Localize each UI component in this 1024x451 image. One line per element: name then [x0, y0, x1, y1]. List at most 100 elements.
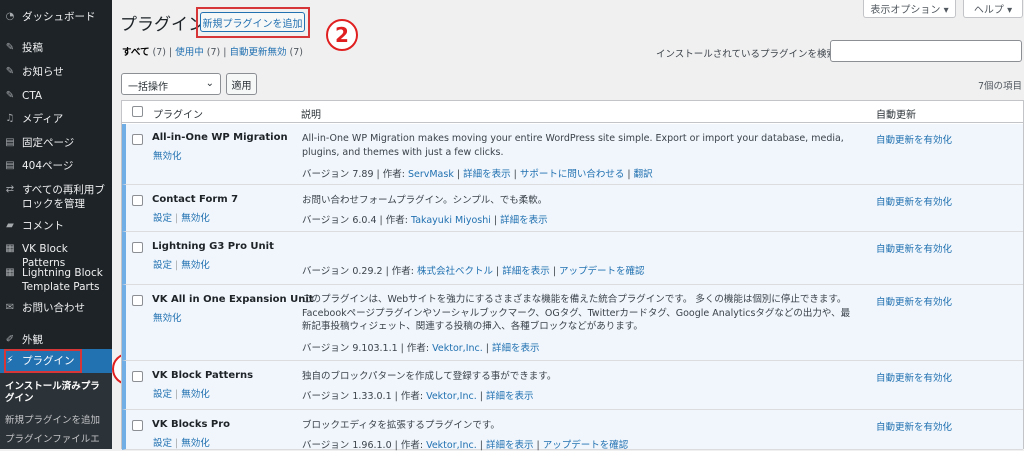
mail-icon: ✉ [5, 302, 15, 313]
page-icon: ▤ [5, 137, 15, 148]
plugin-search-input[interactable] [830, 40, 1022, 62]
details-link[interactable]: 詳細を表示 [502, 266, 550, 277]
plugin-name: VK Block Patterns [152, 370, 254, 381]
bulk-action-select[interactable]: 一括操作 ⌄ [121, 73, 221, 95]
column-description: 説明 [301, 110, 321, 121]
pin-icon: ✎ [5, 42, 15, 53]
plugin-description: ブロックエディタを拡張するプラグインです。 [302, 420, 500, 431]
sidebar-item-media[interactable]: ♫ メディア [0, 112, 112, 126]
row-checkbox[interactable] [132, 295, 143, 306]
sidebar-item-appearance[interactable]: ✐ 外観 [0, 333, 112, 347]
deactivate-link[interactable]: 無効化 [181, 213, 210, 224]
screen-options-button[interactable]: 表示オプション ▾ [863, 0, 956, 18]
row-checkbox[interactable] [132, 195, 143, 206]
author-link[interactable]: Vektor,Inc. [432, 343, 483, 354]
sidebar-item-404[interactable]: ▤ 404ページ [0, 159, 112, 173]
filter-all[interactable]: すべて [122, 47, 149, 58]
enable-auto-update-link[interactable]: 自動更新を有効化 [876, 241, 952, 255]
table-row: VK All in One Expansion Unit 無効化 このプラグイン… [122, 285, 1023, 361]
enable-auto-update-link[interactable]: 自動更新を有効化 [876, 419, 952, 433]
details-link[interactable]: 詳細を表示 [486, 391, 534, 402]
translate-link[interactable]: 翻訳 [634, 169, 653, 180]
enable-auto-update-link[interactable]: 自動更新を有効化 [876, 132, 952, 146]
plugin-meta: バージョン 9.103.1.1 | 作者: Vektor,Inc. | 詳細を表… [302, 343, 540, 354]
plugin-actions: 無効化 [153, 148, 182, 162]
pin-icon: ✎ [5, 66, 15, 77]
help-button[interactable]: ヘルプ ▾ [963, 0, 1023, 18]
details-link[interactable]: 詳細を表示 [492, 343, 540, 354]
settings-link[interactable]: 設定 [153, 213, 172, 224]
plugin-name: Contact Form 7 [152, 194, 239, 205]
sidebar-item-cta[interactable]: ✎ CTA [0, 89, 112, 103]
sidebar-item-template-parts[interactable]: ▦ Lightning Block Template Parts [0, 266, 112, 294]
sidebar-item-reusable[interactable]: ⇄ すべての再利用ブロックを管理 [0, 183, 112, 211]
plugin-name: VK Blocks Pro [152, 419, 231, 430]
row-checkbox[interactable] [132, 242, 143, 253]
reusable-icon: ⇄ [5, 184, 15, 195]
sidebar-item-pages[interactable]: ▤ 固定ページ [0, 136, 112, 150]
enable-auto-update-link[interactable]: 自動更新を有効化 [876, 370, 952, 384]
sidebar-item-comments[interactable]: ▰ コメント [0, 219, 112, 233]
plugin-status-filters: すべて (7) | 使用中 (7) | 自動更新無効 (7) [122, 47, 303, 58]
plugin-actions: 無効化 [153, 310, 182, 324]
annotation-badge-2: 2 [326, 19, 358, 51]
deactivate-link[interactable]: 無効化 [153, 313, 182, 324]
sidebar-item-news[interactable]: ✎ お知らせ [0, 65, 112, 79]
media-icon: ♫ [5, 113, 15, 124]
select-all-checkbox[interactable] [132, 106, 143, 117]
settings-link[interactable]: 設定 [153, 260, 172, 271]
sidebar-item-contact[interactable]: ✉ お問い合わせ [0, 301, 112, 315]
support-link[interactable]: サポートに問い合わせる [520, 169, 625, 180]
deactivate-link[interactable]: 無効化 [181, 438, 210, 449]
settings-link[interactable]: 設定 [153, 438, 172, 449]
apply-button[interactable]: 適用 [226, 73, 257, 95]
sidebar-item-posts[interactable]: ✎ 投稿 [0, 41, 112, 55]
page-icon: ▤ [5, 160, 15, 171]
plugin-meta: バージョン 7.89 | 作者: ServMask | 詳細を表示 | サポート… [302, 169, 653, 180]
author-link[interactable]: 株式会社ベクトル [417, 266, 493, 277]
check-update-link[interactable]: アップデートを確認 [543, 440, 629, 451]
plugin-name: All-in-One WP Migration [152, 132, 288, 143]
plugin-name: VK All in One Expansion Unit [152, 294, 314, 305]
row-checkbox[interactable] [132, 371, 143, 382]
filter-auto-update-disabled[interactable]: 自動更新無効 [229, 47, 286, 58]
main-content: プラグイン 新規プラグインを追加 2 表示オプション ▾ ヘルプ ▾ すべて (… [112, 0, 1024, 451]
plugin-actions: 設定 | 無効化 [153, 438, 210, 449]
submenu-installed-plugins[interactable]: インストール済みプラグイン [5, 381, 109, 405]
brush-icon: ✐ [5, 334, 15, 345]
table-header: プラグイン 説明 自動更新 [122, 101, 1023, 123]
deactivate-link[interactable]: 無効化 [181, 260, 210, 271]
submenu-add-new[interactable]: 新規プラグインを追加 [5, 415, 100, 427]
sidebar-item-dashboard[interactable]: ◔ ダッシュボード [0, 10, 112, 24]
plugin-meta: バージョン 6.0.4 | 作者: Takayuki Miyoshi | 詳細を… [302, 215, 548, 226]
submenu-plugin-editor[interactable]: プラグインファイルエ [5, 434, 100, 446]
check-update-link[interactable]: アップデートを確認 [559, 266, 645, 277]
details-link[interactable]: 詳細を表示 [500, 215, 548, 226]
deactivate-link[interactable]: 無効化 [181, 389, 210, 400]
author-link[interactable]: Takayuki Miyoshi [411, 215, 491, 226]
comment-icon: ▰ [6, 220, 14, 231]
row-checkbox[interactable] [132, 420, 143, 431]
row-checkbox[interactable] [132, 134, 143, 145]
plugin-actions: 設定 | 無効化 [153, 260, 210, 271]
details-link[interactable]: 詳細を表示 [463, 169, 511, 180]
enable-auto-update-link[interactable]: 自動更新を有効化 [876, 194, 952, 208]
author-link[interactable]: Vektor,Inc. [426, 391, 477, 402]
plugin-actions: 設定 | 無効化 [153, 389, 210, 400]
author-link[interactable]: Vektor,Inc. [426, 440, 477, 451]
filter-active[interactable]: 使用中 [175, 47, 204, 58]
settings-link[interactable]: 設定 [153, 389, 172, 400]
plugin-description: お問い合わせフォームプラグイン。シンプル、でも柔軟。 [302, 195, 548, 206]
grid-icon: ▦ [5, 267, 15, 278]
plugin-actions: 設定 | 無効化 [153, 213, 210, 224]
highlight-add-new [196, 7, 310, 38]
column-plugin: プラグイン [153, 110, 203, 121]
details-link[interactable]: 詳細を表示 [486, 440, 534, 451]
author-link[interactable]: ServMask [408, 169, 454, 180]
search-label: インストールされているプラグインを検索 [656, 49, 837, 60]
deactivate-link[interactable]: 無効化 [153, 151, 182, 162]
plugins-table: プラグイン 説明 自動更新 All-in-One WP Migration 無効… [121, 100, 1024, 451]
table-row: Contact Form 7 設定 | 無効化 お問い合わせフォームプラグイン。… [122, 185, 1023, 232]
enable-auto-update-link[interactable]: 自動更新を有効化 [876, 294, 952, 308]
plugin-meta: バージョン 0.29.2 | 作者: 株式会社ベクトル | 詳細を表示 | アッ… [302, 266, 645, 277]
